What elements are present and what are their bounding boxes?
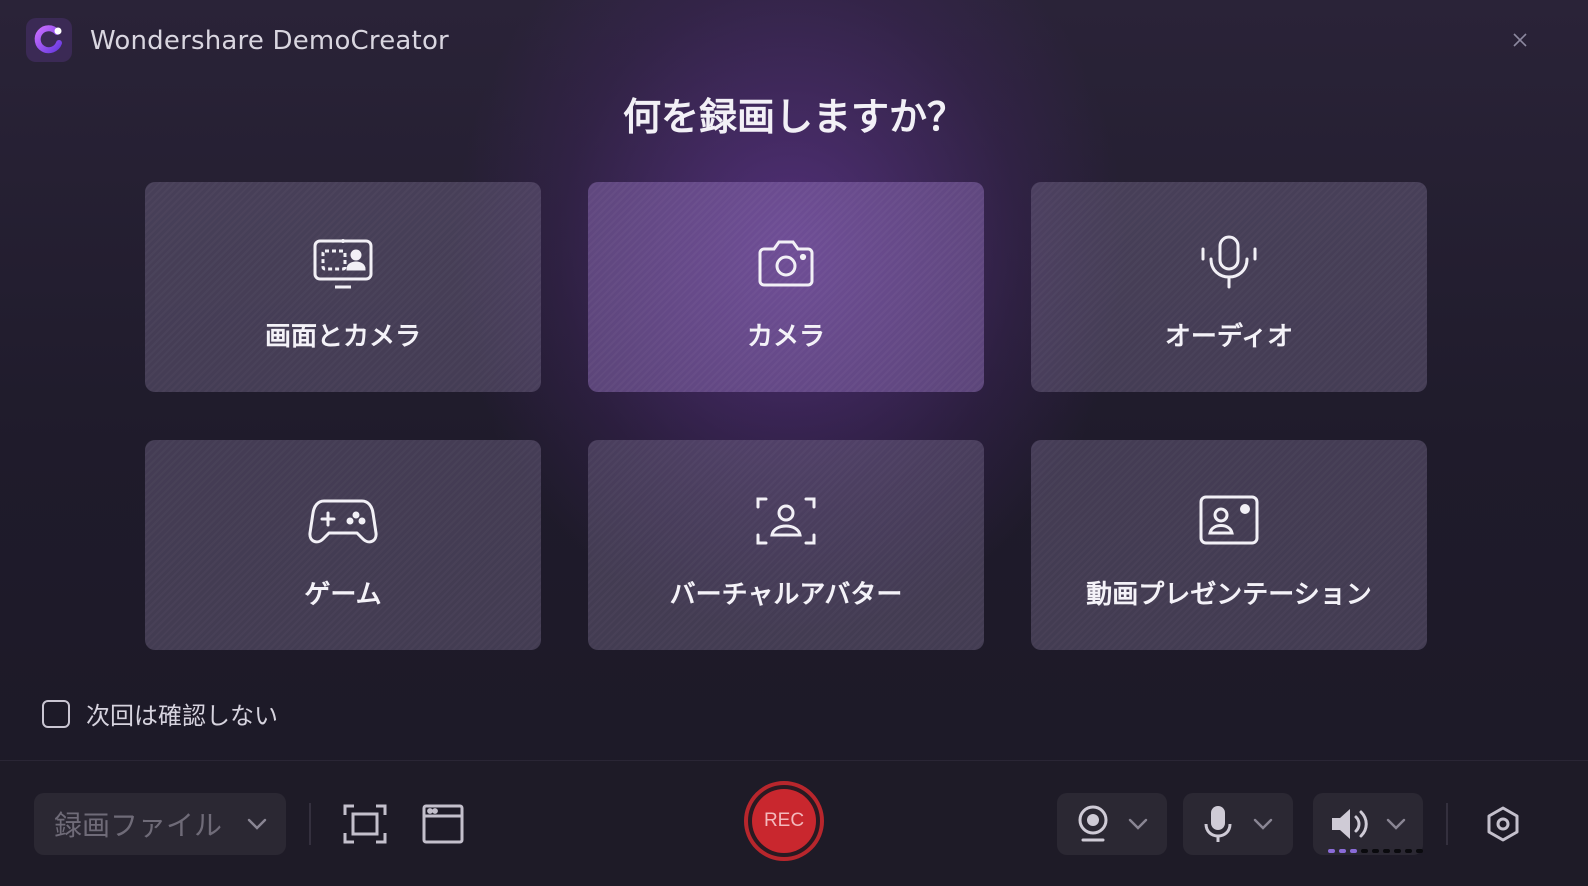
screen-camera-icon bbox=[307, 232, 379, 294]
card-video-presentation[interactable]: 動画プレゼンテーション bbox=[1031, 440, 1427, 650]
card-label: ゲーム bbox=[304, 580, 382, 610]
microphone-device-button[interactable] bbox=[1183, 793, 1293, 855]
window-capture-icon bbox=[422, 804, 464, 844]
close-icon bbox=[1513, 33, 1527, 47]
avatar-frame-icon bbox=[750, 490, 822, 552]
toolbar-divider bbox=[309, 803, 311, 845]
chevron-down-icon bbox=[1253, 818, 1272, 830]
record-label: REC bbox=[752, 789, 816, 853]
webcam-icon bbox=[1078, 805, 1108, 842]
dont-ask-again-option[interactable]: 次回は確認しない bbox=[42, 696, 278, 731]
speaker-icon bbox=[1332, 809, 1368, 839]
card-virtual-avatar[interactable]: バーチャルアバター bbox=[588, 440, 984, 650]
chevron-down-icon bbox=[1128, 818, 1148, 830]
presentation-icon bbox=[1193, 490, 1265, 552]
close-button[interactable] bbox=[1506, 26, 1534, 54]
region-capture-icon bbox=[343, 804, 387, 844]
speaker-level-meter bbox=[1328, 849, 1423, 853]
card-label: オーディオ bbox=[1164, 322, 1294, 352]
page-heading: 何を録画しますか？ bbox=[622, 95, 965, 139]
card-camera[interactable]: カメラ bbox=[588, 182, 984, 392]
card-label: カメラ bbox=[746, 322, 825, 352]
chevron-down-icon bbox=[1386, 818, 1406, 830]
dont-ask-again-checkbox[interactable] bbox=[42, 699, 70, 728]
webcam-device-button[interactable] bbox=[1057, 793, 1167, 855]
microphone-icon bbox=[1204, 806, 1231, 842]
bottom-toolbar: 録画ファイル REC bbox=[0, 760, 1588, 886]
card-label: 動画プレゼンテーション bbox=[1086, 580, 1372, 610]
settings-icon bbox=[1487, 806, 1519, 842]
chevron-down-icon bbox=[247, 818, 267, 830]
toolbar-divider bbox=[1446, 803, 1448, 845]
settings-button[interactable] bbox=[1476, 797, 1530, 851]
window-capture-button[interactable] bbox=[416, 797, 470, 851]
card-screen-and-camera[interactable]: 画面とカメラ bbox=[145, 182, 541, 392]
microphone-icon bbox=[1193, 232, 1265, 294]
camera-icon bbox=[750, 232, 822, 294]
app-title: Wondershare DemoCreator bbox=[90, 26, 449, 56]
gamepad-icon bbox=[307, 490, 379, 552]
recording-file-value: 録画ファイル bbox=[54, 809, 223, 842]
democreator-window: Wondershare DemoCreator 何を録画しますか？ 画面とカメラ bbox=[0, 0, 1588, 886]
card-audio[interactable]: オーディオ bbox=[1031, 182, 1427, 392]
democreator-logo-icon bbox=[26, 18, 72, 62]
card-game[interactable]: ゲーム bbox=[145, 440, 541, 650]
region-capture-button[interactable] bbox=[338, 797, 392, 851]
card-label: バーチャルアバター bbox=[669, 580, 903, 610]
speaker-device-button[interactable] bbox=[1313, 793, 1423, 855]
record-button[interactable]: REC bbox=[744, 781, 824, 861]
card-label: 画面とカメラ bbox=[264, 322, 421, 352]
title-bar: Wondershare DemoCreator bbox=[0, 0, 1588, 82]
dont-ask-again-label: 次回は確認しない bbox=[86, 702, 278, 730]
recording-file-dropdown[interactable]: 録画ファイル bbox=[34, 793, 286, 855]
